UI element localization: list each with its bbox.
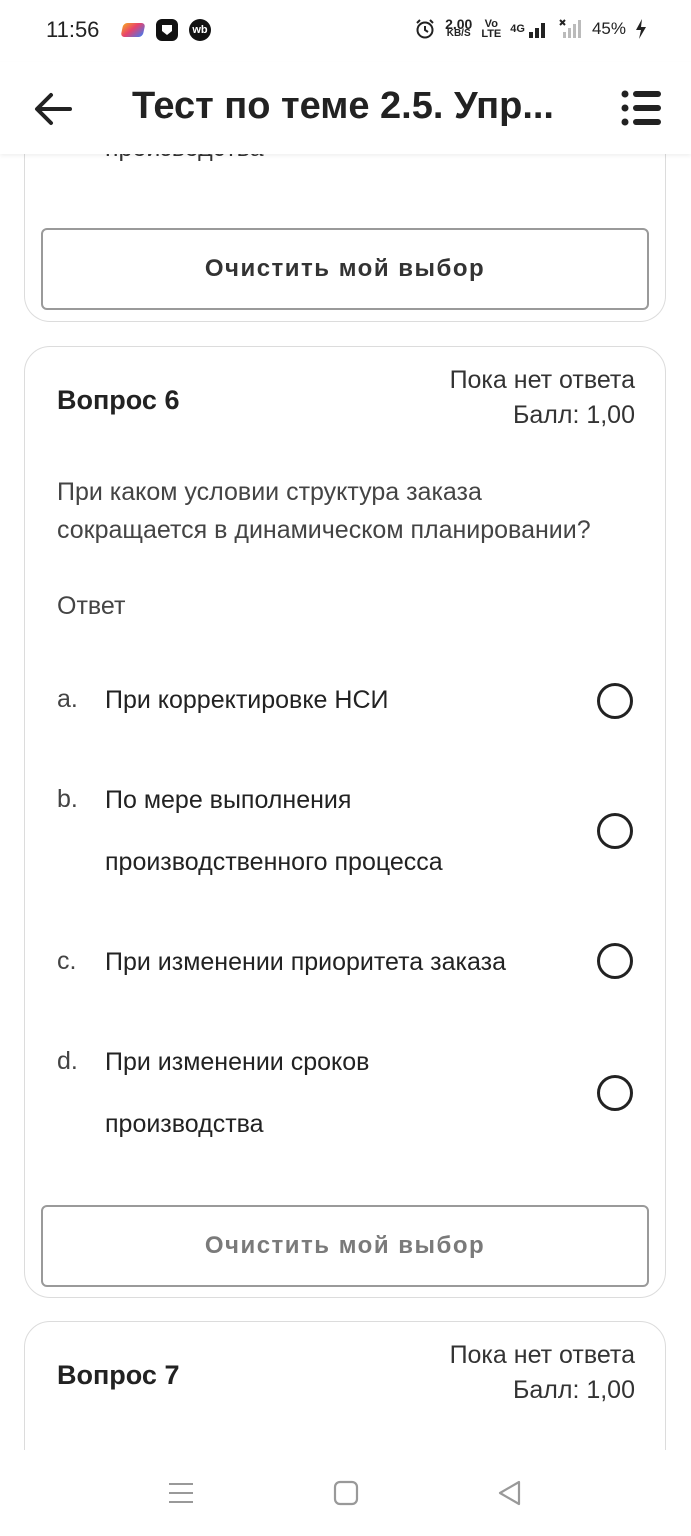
arrow-left-icon: [35, 93, 72, 125]
home-icon[interactable]: [333, 1480, 359, 1506]
answer-status: Пока нет ответа: [449, 1341, 635, 1369]
net-speed: 2.00 KB/S: [445, 16, 473, 39]
answer-status: Пока нет ответа: [449, 366, 635, 394]
question-score: Балл: 1,00: [512, 1376, 635, 1404]
clear-choice-button-previous[interactable]: Очистить мой выбор: [41, 228, 649, 310]
question-card-7: Вопрос 7 Пока нет ответа Балл: 1,00: [24, 1321, 666, 1450]
quiz-navigation-button[interactable]: [619, 86, 663, 130]
status-bar: 11:56 wb 2.00 KB/S Vo LTE 4G 45%: [0, 0, 691, 62]
wb-app-icon: wb: [189, 19, 211, 41]
option-text: При изменении приоритета заказа: [105, 948, 506, 976]
list-icon: [621, 90, 661, 126]
question-text: При каком условии структура заказа сокра…: [57, 478, 591, 544]
shield-app-icon: [156, 19, 178, 41]
previous-option-text: производства: [105, 154, 264, 163]
question-score: Балл: 1,00: [512, 401, 635, 429]
page-title: Тест по теме 2.5. Упр...: [132, 85, 554, 127]
radio-button-c[interactable]: [597, 943, 633, 979]
question-status: Пока нет ответа Балл: 1,00: [450, 363, 635, 433]
question-title: Вопрос 6: [57, 385, 180, 415]
option-letter: b.: [57, 785, 78, 813]
system-navigation-bar: [0, 1450, 691, 1536]
option-letter: d.: [57, 1047, 78, 1075]
question-card-previous: производства Очистить мой выбор: [24, 154, 666, 322]
option-letter: c.: [57, 947, 77, 975]
radio-button-a[interactable]: [597, 683, 633, 719]
question-status: Пока нет ответа Балл: 1,00: [450, 1338, 635, 1408]
clear-choice-button[interactable]: Очистить мой выбор: [41, 1205, 649, 1287]
question-title: Вопрос 7: [57, 1360, 180, 1390]
question-card-6: Вопрос 6 Пока нет ответа Балл: 1,00 При …: [24, 346, 666, 1298]
battery-percent: 45%: [591, 19, 626, 38]
signal-icon: [528, 23, 545, 38]
network-type: 4G: [510, 23, 525, 35]
option-letter: a.: [57, 685, 78, 713]
alarm-icon: [416, 19, 434, 39]
option-text: По мере выполнения производственного про…: [105, 786, 443, 876]
quiz-content[interactable]: производства Очистить мой выбор Вопрос 6…: [0, 154, 691, 1450]
charging-icon: [636, 19, 646, 39]
status-indicators: 2.00 KB/S Vo LTE 4G 45%: [414, 16, 647, 40]
colorful-app-icon: [120, 23, 146, 37]
option-text: При изменении сроков производства: [105, 1048, 370, 1138]
recent-apps-icon[interactable]: [168, 1480, 194, 1506]
radio-button-d[interactable]: [597, 1075, 633, 1111]
signal-no-service-icon: [559, 19, 581, 38]
answer-label: Ответ: [57, 592, 126, 620]
option-text: При корректировке НСИ: [105, 686, 389, 714]
app-bar: Тест по теме 2.5. Упр...: [0, 62, 691, 154]
back-button[interactable]: [30, 86, 76, 132]
radio-button-b[interactable]: [597, 813, 633, 849]
status-time: 11:56: [46, 17, 100, 42]
back-triangle-icon[interactable]: [497, 1480, 523, 1506]
volte-badge: Vo LTE: [481, 18, 502, 40]
